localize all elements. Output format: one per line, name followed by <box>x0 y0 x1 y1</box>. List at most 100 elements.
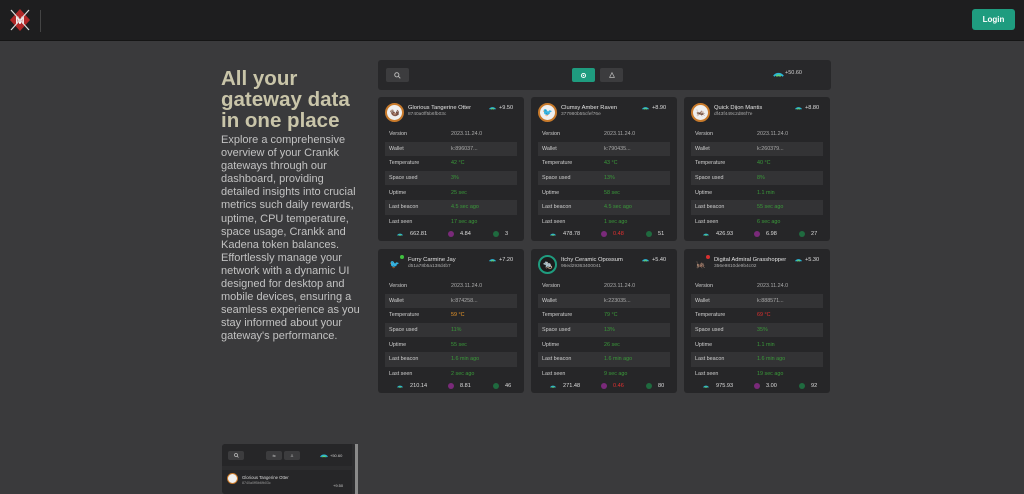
gateway-card[interactable]: 🦗 Quick Dijon Mantis df43f449c2d86f7e +8.80… <box>684 97 830 241</box>
mobile-card-reward: +9.50 <box>333 483 344 488</box>
metric-row: Last beacon 1.6 min ago <box>691 351 823 367</box>
metric-label: Space used <box>389 327 418 334</box>
gateway-daily-reward: +8.80 <box>805 105 820 111</box>
metric-row: Wallet k:260379... <box>691 141 823 157</box>
raven-avatar: 🐦 <box>538 103 557 122</box>
gateway-card[interactable]: 🐦 Clumsy Amber Raven 377980b55cfef76e +8.90… <box>531 97 677 241</box>
otter-avatar <box>227 473 238 484</box>
metric-label: Uptime <box>389 189 407 196</box>
beacon-count: 3 <box>505 231 509 237</box>
crankk-balance: 478.78 <box>563 231 581 237</box>
total-reward: +50.60 <box>785 70 802 76</box>
metric-value: 9 sec ago <box>604 370 628 377</box>
mobile-search-button[interactable] <box>228 451 244 460</box>
gateway-card[interactable]: 🐀 Itchy Ceramic Opossum 96ed29363400041 +5.… <box>531 249 677 393</box>
metric-label: Wallet <box>389 145 404 152</box>
crankk-token-icon <box>489 107 496 110</box>
crankk-balance: 662.81 <box>410 231 428 237</box>
beacon-count-icon <box>646 383 652 389</box>
beacon-count-icon <box>493 231 499 237</box>
opossum-avatar: 🐀 <box>538 255 557 274</box>
metric-value: 2023.11.24.0 <box>451 283 483 290</box>
kadena-balance: 0.46 <box>613 383 624 389</box>
metric-value: 42 °C <box>451 160 465 167</box>
status-offline-dot <box>706 255 710 259</box>
mobile-gateway-card[interactable]: Glorious Tangerine Otter 8740a0ff5b6fb03… <box>222 470 352 494</box>
login-button[interactable]: Login <box>972 9 1015 30</box>
metric-value: 13% <box>604 327 615 334</box>
kadena-balance: 8.81 <box>460 383 471 389</box>
metric-label: Last seen <box>542 218 566 225</box>
metric-label: Version <box>542 131 560 138</box>
metric-row: Temperature 42 °C <box>385 156 517 171</box>
metric-label: Last seen <box>389 218 413 225</box>
metric-row: Uptime 55 sec <box>385 337 517 352</box>
metric-row: Temperature 40 °C <box>691 156 823 171</box>
metric-row: Wallet k:223035... <box>538 293 670 309</box>
metric-row: Uptime 26 sec <box>538 337 670 352</box>
mobile-grid-button[interactable]: ⇆ <box>266 451 282 460</box>
metric-value: 3% <box>451 175 459 182</box>
grid-view-button[interactable] <box>572 68 595 82</box>
metric-value: 13% <box>604 175 615 182</box>
metric-value: 1.1 min <box>757 341 775 348</box>
gateway-metrics-table: Version 2023.11.24.0 Wallet k:260379... … <box>691 127 823 229</box>
metric-value: 43 °C <box>604 160 618 167</box>
beacon-count: 92 <box>811 383 818 389</box>
metric-value: 17 sec ago <box>451 218 478 225</box>
metric-label: Last beacon <box>389 204 419 211</box>
status-online-dot <box>400 255 404 259</box>
metric-label: Last seen <box>542 370 566 377</box>
beacon-count-icon <box>799 231 805 237</box>
metric-row: Last seen 17 sec ago <box>385 215 517 230</box>
metric-row: Uptime 58 sec <box>538 185 670 200</box>
gateway-daily-reward: +7.20 <box>499 257 514 263</box>
metric-row: Temperature 59 °C <box>385 308 517 323</box>
metric-label: Wallet <box>542 145 557 152</box>
gateway-card[interactable]: 🦦 Glorious Tangerine Otter 8740a0ff5b6fb03… <box>378 97 524 241</box>
gateway-daily-reward: +9.50 <box>499 105 514 111</box>
gateway-daily-reward: +5.40 <box>652 257 667 263</box>
metric-value: 35% <box>757 327 768 334</box>
crankk-token-icon <box>397 385 403 388</box>
mobile-list-button[interactable]: ∆ <box>284 451 300 460</box>
metric-label: Space used <box>542 327 571 334</box>
metric-label: Space used <box>695 327 724 334</box>
metric-row: Last beacon 55 sec ago <box>691 199 823 215</box>
crankk-token-icon <box>550 385 556 388</box>
metric-row: Version 2023.11.24.0 <box>691 279 823 294</box>
metric-row: Last beacon 1.6 min ago <box>538 351 670 367</box>
metric-label: Uptime <box>542 189 560 196</box>
metric-row: Last beacon 4.5 sec ago <box>385 199 517 215</box>
mobile-preview-toolbar: ⇆ ∆ +50.60 <box>222 444 352 466</box>
gateway-name: Quick Dijon Mantis <box>714 105 763 111</box>
gateway-card[interactable]: 🦗 Digital Admiral Grasshopper 356e9810de9b… <box>684 249 830 393</box>
gateway-card[interactable]: 🐦 Furry Carmine Jay d51a78b5a138d4b7 +7.20 … <box>378 249 524 393</box>
metric-value: 55 sec ago <box>757 204 784 211</box>
mobile-preview-scrollbar[interactable] <box>355 444 358 494</box>
metric-row: Last beacon 1.6 min ago <box>385 351 517 367</box>
metric-label: Space used <box>389 175 418 182</box>
metric-value: 2 sec ago <box>451 370 475 377</box>
metric-value: 59 °C <box>451 312 465 319</box>
grid-view-icon <box>580 72 587 78</box>
search-button[interactable] <box>386 68 409 82</box>
crankk-balance: 975.93 <box>716 383 734 389</box>
metric-label: Version <box>542 283 560 290</box>
gateway-id: 96ed29363400041 <box>561 264 602 269</box>
otter-avatar: 🦦 <box>385 103 404 122</box>
gateway-id: 356e9810de9b4c02 <box>714 264 757 269</box>
gateway-balances: 271.48 0.46 80 <box>538 383 670 393</box>
metric-label: Space used <box>695 175 724 182</box>
metric-label: Wallet <box>695 297 710 304</box>
list-view-button[interactable] <box>600 68 623 82</box>
metric-label: Uptime <box>695 189 713 196</box>
metric-value: 2023.11.24.0 <box>757 131 789 138</box>
metric-label: Last beacon <box>389 356 419 363</box>
gateway-id: 8740a0ff5b6fb03c <box>408 112 447 117</box>
crankk-token-icon <box>703 233 709 236</box>
gateway-name: Clumsy Amber Raven <box>561 105 618 111</box>
top-navbar: M Login <box>0 0 1024 41</box>
metric-label: Temperature <box>695 160 726 167</box>
crankk-logo[interactable]: M <box>9 8 31 32</box>
